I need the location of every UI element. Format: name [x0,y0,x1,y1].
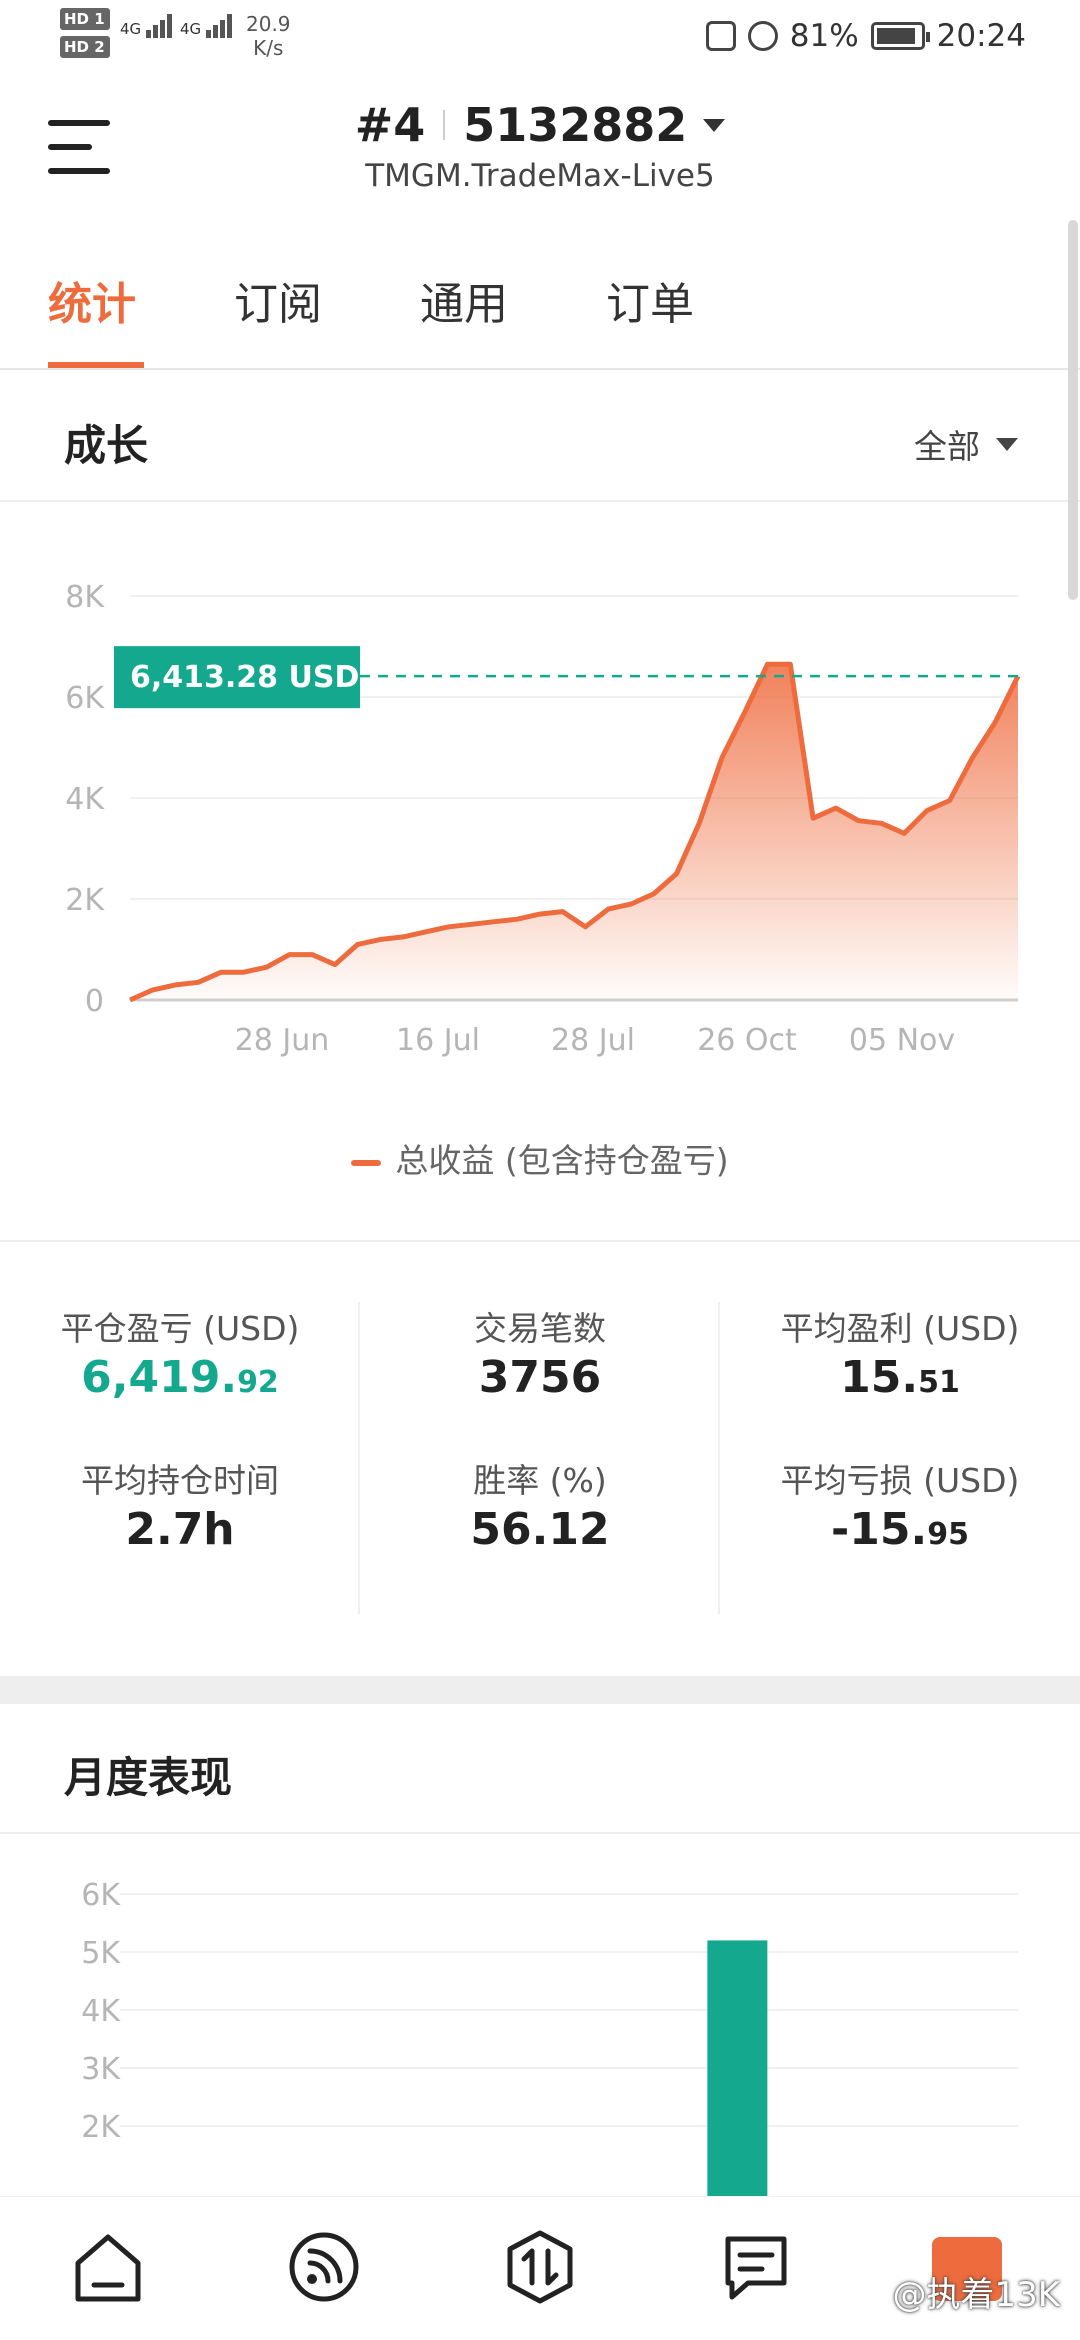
caret-down-icon [703,118,726,132]
tab-orders[interactable]: 订单 [606,268,694,332]
signal-1-icon: 4G [120,14,174,38]
hd1-badge: HD 1 [60,8,110,30]
hd-indicators: HD 1 HD 2 [60,8,112,64]
stats-panel: 平仓盈亏 (USD) 6,419.92 平均持仓时间 2.7h 交易笔数 375… [0,1240,1080,1680]
monthly-y-tick: 3K [81,2052,121,2087]
growth-title: 成长 [64,421,149,470]
growth-x-tick: 05 Nov [849,1023,955,1058]
growth-x-tick: 28 Jul [551,1023,635,1058]
app-header: #4 5132882 TMGM.TradeMax-Live5 [0,80,1080,220]
monthly-y-tick: 6K [81,1878,121,1913]
tab-stats[interactable]: 统计 [48,268,136,332]
home-icon[interactable] [70,2229,146,2305]
win-rate-label: 胜率 (%) [473,1461,607,1500]
stats-col-3: 平均盈利 (USD) 15.51 平均亏损 (USD) -15.95 [720,1302,1080,1564]
growth-legend: 总收益 (包含持仓盈亏) [0,1134,1080,1182]
growth-chart: 0 2K 4K 6K 8K 28 Jun 16 Jul 28 Jul 26 Oct 05 Nov… [65,580,1021,1058]
avg-profit-label: 平均盈利 (USD) [780,1309,1020,1348]
growth-x-tick: 28 Jun [235,1023,330,1058]
clock: 20:24 [936,18,1026,54]
battery-icon [870,22,930,50]
status-right: 81% 20:24 [705,18,1026,54]
trades-value: 3756 [478,1352,602,1403]
trade-icon[interactable] [502,2229,578,2305]
status-bar: HD 1 HD 2 4G 4G 20.9 K/s 81% 20:24 [0,0,1080,80]
monthly-title: 月度表现 [64,1753,233,1802]
growth-header: 成长 全部 [0,372,1080,502]
account-id: 5132882 [463,98,688,152]
alarm-icon [747,21,778,51]
current-value-label: 6,413.28 USD [130,660,359,695]
message-icon[interactable] [718,2229,794,2305]
monthly-y-tick: 4K [81,1994,121,2029]
win-rate-value: 56.12 [470,1504,610,1555]
hd2-badge: HD 2 [60,36,110,58]
trades-label: 交易笔数 [474,1309,606,1348]
avg-hold-label: 平均持仓时间 [81,1461,279,1500]
bottom-nav: @执着13K [0,2196,1080,2340]
growth-y-tick: 4K [65,782,105,817]
closed-pnl-label: 平仓盈亏 (USD) [60,1309,300,1348]
network-speed: 20.9 K/s [246,12,291,60]
nfc-icon [705,21,736,51]
avg-loss-value: -15.95 [831,1504,969,1555]
server-name: TMGM.TradeMax-Live5 [365,158,715,194]
growth-y-tick: 2K [65,883,105,918]
range-filter[interactable]: 全部 [914,420,1018,468]
stats-col-2: 交易笔数 3756 胜率 (%) 56.12 [360,1302,720,1564]
monthly-header: 月度表现 [0,1704,1080,1834]
battery-percent: 81% [789,18,859,54]
signal-2-icon: 4G [180,14,234,38]
tab-general[interactable]: 通用 [420,268,508,332]
monthly-y-tick: 2K [81,2110,121,2145]
growth-x-tick: 16 Jul [396,1023,480,1058]
active-tab-indicator [48,362,144,368]
growth-y-tick: 6K [65,681,105,716]
scrollbar[interactable] [1068,220,1078,600]
caret-down-icon [996,437,1018,451]
growth-area [130,664,1018,1000]
tab-subscribe[interactable]: 订阅 [234,268,322,332]
avg-hold-value: 2.7h [125,1504,235,1555]
monthly-bar [707,1940,768,2196]
legend-label: 总收益 (包含持仓盈亏) [395,1141,729,1180]
account-selector[interactable]: #4 5132882 TMGM.TradeMax-Live5 [0,98,1080,194]
avg-profit-value: 15.51 [840,1352,960,1403]
closed-pnl-value: 6,419.92 [81,1352,279,1403]
account-number: #4 [354,98,426,152]
growth-x-tick: 26 Oct [697,1023,797,1058]
signal-feed-icon[interactable] [286,2229,362,2305]
watermark-text: @执着13K [892,2275,1060,2315]
avg-loss-label: 平均亏损 (USD) [780,1461,1020,1500]
section-gap [0,1676,1080,1704]
monthly-chart: 2K 3K 4K 5K 6K [81,1878,1018,2196]
growth-y-tick: 8K [65,580,105,615]
tab-bar: 统计 订阅 通用 订单 [0,232,1080,370]
legend-marker [351,1159,382,1166]
stats-col-1: 平仓盈亏 (USD) 6,419.92 平均持仓时间 2.7h [0,1302,360,1564]
monthly-y-tick: 5K [81,1936,121,1971]
growth-y-tick: 0 [85,984,104,1019]
